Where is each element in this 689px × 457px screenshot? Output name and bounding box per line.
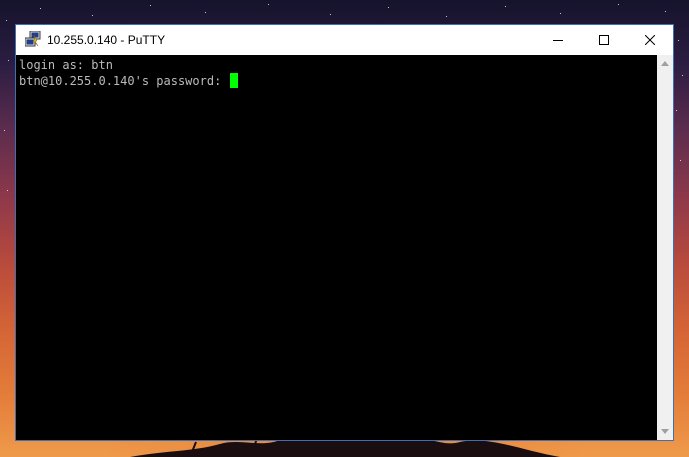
maximize-icon — [599, 35, 609, 45]
password-prompt-text: btn@10.255.0.140's password: — [19, 74, 229, 88]
scroll-up-arrow-icon — [661, 61, 669, 66]
terminal-line-login: login as: btn — [19, 58, 113, 72]
minimize-icon — [553, 40, 563, 41]
text-cursor — [229, 73, 238, 88]
title-bar[interactable]: 10.255.0.140 - PuTTY — [16, 25, 673, 55]
close-icon — [645, 35, 655, 45]
vertical-scrollbar[interactable] — [657, 55, 673, 440]
window-title: 10.255.0.140 - PuTTY — [47, 33, 166, 47]
terminal-line-password-prompt: btn@10.255.0.140's password: — [19, 73, 238, 89]
minimize-button[interactable] — [535, 25, 581, 55]
putty-window: 10.255.0.140 - PuTTY login as: btn btn@1… — [15, 24, 674, 441]
close-button[interactable] — [627, 25, 673, 55]
putty-icon[interactable] — [25, 31, 41, 47]
scroll-down-button[interactable] — [657, 423, 673, 440]
maximize-button[interactable] — [581, 25, 627, 55]
scroll-up-button[interactable] — [657, 55, 673, 72]
terminal-area[interactable]: login as: btn btn@10.255.0.140's passwor… — [16, 55, 657, 440]
scroll-down-arrow-icon — [661, 429, 669, 434]
